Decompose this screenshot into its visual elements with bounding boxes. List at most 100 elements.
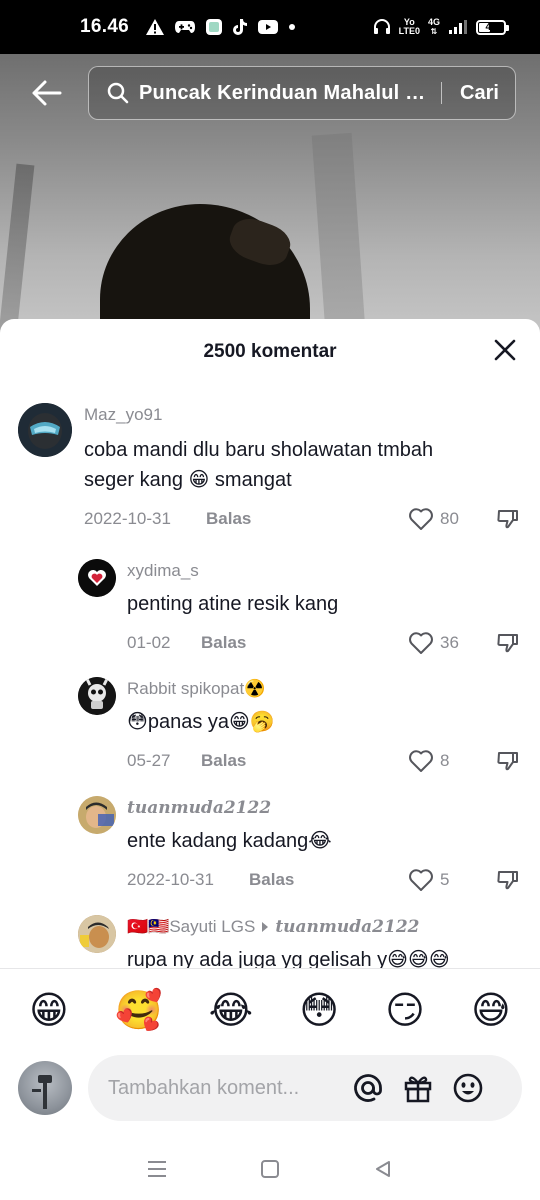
comments-panel: 2500 komentar Maz_yo91 coba mandi dlu ba… [0, 319, 540, 1200]
emoji-quick-bar: 😁 🥰 😂 😳 😏 😅 [0, 987, 540, 1035]
avatar[interactable] [78, 559, 116, 597]
comment-text: penting atine resik kang [127, 593, 339, 615]
search-button[interactable]: Cari [460, 82, 499, 105]
status-time: 16.46 [80, 16, 130, 37]
avatar[interactable] [78, 796, 116, 834]
comment-username[interactable]: tuanmuda2122 [127, 798, 271, 818]
emoji-flushed-button[interactable]: 😳 [299, 987, 339, 1035]
comment-input[interactable] [108, 1076, 338, 1100]
home-square-icon [260, 1160, 279, 1178]
heart-icon [409, 508, 433, 530]
tiktok-icon [232, 18, 248, 36]
dislike-button[interactable] [496, 749, 520, 778]
reply-item: tuanmuda2122 ente kadang kadang😂 2022-10… [0, 786, 540, 901]
comment-date: 01-02 [127, 633, 171, 652]
heart-icon [409, 750, 433, 772]
gift-button[interactable] [398, 1068, 438, 1108]
reply-item: Rabbit spikopat☢️ 😳panas ya😁🥱 05-27 Bala… [0, 667, 540, 782]
thumbs-down-icon [497, 510, 518, 529]
notification-icons [145, 18, 296, 36]
like-button[interactable]: 8 [408, 749, 449, 773]
comment-text: rupa ny ada juga yg gelisah y😅😅😅 [127, 949, 450, 969]
comment-date: 2022-10-31 [127, 870, 214, 889]
reply-button[interactable]: Balas [206, 509, 251, 529]
back-triangle-icon [376, 1161, 391, 1177]
youtube-icon [257, 19, 279, 35]
reply-button[interactable]: Balas [201, 751, 246, 771]
reply-to-username[interactable]: tuanmuda2122 [275, 917, 419, 937]
mention-button[interactable] [348, 1068, 388, 1108]
like-button[interactable]: 5 [408, 868, 449, 892]
like-count: 5 [440, 870, 450, 889]
back-nav-button[interactable] [363, 1149, 403, 1189]
comment-text: ente kadang kadang😂 [127, 830, 332, 852]
warning-icon [145, 18, 165, 36]
comment-date: 05-27 [127, 751, 171, 770]
comment-text: 😳panas ya😁🥱 [127, 711, 275, 733]
gift-icon [404, 1076, 432, 1103]
emoji-sweat-smile-button[interactable]: 😅 [471, 987, 511, 1035]
home-button[interactable] [250, 1149, 290, 1189]
comment-text: seger kang 😁 smangat [84, 469, 292, 491]
status-bar: 16.46 Yo LTE0 4G ⇅ 43 [0, 0, 540, 54]
comment-username[interactable]: xydima_s [127, 561, 199, 581]
emoji-picker-button[interactable] [448, 1068, 488, 1108]
like-count: 8 [440, 751, 450, 770]
gamepad-icon [174, 19, 196, 35]
back-arrow-icon [32, 80, 62, 106]
reply-button[interactable]: Balas [201, 633, 246, 653]
comment-date: 2022-10-31 [84, 509, 171, 528]
recents-button[interactable] [137, 1149, 177, 1189]
network-gen: 4G ⇅ [427, 17, 440, 37]
dislike-button[interactable] [496, 507, 520, 536]
back-button[interactable] [26, 72, 68, 114]
thumbs-down-icon [497, 634, 518, 653]
dislike-button[interactable] [496, 868, 520, 897]
search-divider [441, 82, 442, 104]
avatar[interactable] [78, 677, 116, 715]
thumbs-down-icon [497, 752, 518, 771]
emoji-love-button[interactable]: 🥰 [115, 987, 162, 1035]
avatar[interactable] [18, 403, 72, 457]
emoji-laugh-button[interactable]: 😂 [209, 987, 253, 1035]
battery-icon: 43 [476, 19, 509, 35]
reply-item: 🇹🇷🇲🇾Sayuti LGS tuanmuda2122 rupa ny ada … [0, 905, 540, 969]
dot-icon [288, 23, 296, 31]
smiley-icon [453, 1073, 483, 1103]
search-query[interactable]: Puncak Kerinduan Mahalul Qiyam [139, 82, 429, 105]
dislike-button[interactable] [496, 631, 520, 660]
comments-count-title: 2500 komentar [203, 341, 337, 362]
search-bar[interactable]: Puncak Kerinduan Mahalul Qiyam Cari [88, 66, 516, 120]
app-icon [205, 18, 223, 36]
comments-list: Maz_yo91 coba mandi dlu baru sholawatan … [0, 389, 540, 969]
menu-icon [147, 1161, 166, 1177]
reply-button[interactable]: Balas [249, 870, 294, 890]
like-count: 80 [440, 509, 459, 528]
volte-indicator: Yo LTE0 [398, 17, 420, 36]
close-button[interactable] [492, 337, 518, 363]
reply-arrow-icon [262, 922, 269, 932]
emoji-smirk-button[interactable]: 😏 [385, 987, 425, 1035]
close-icon [494, 339, 516, 361]
comment-username[interactable]: 🇹🇷🇲🇾Sayuti LGS tuanmuda2122 [127, 917, 419, 937]
divider [0, 968, 540, 969]
comment-input-box[interactable] [88, 1055, 522, 1121]
heart-icon [409, 869, 433, 891]
reply-item: xydima_s penting atine resik kang 01-02 … [0, 549, 540, 664]
user-avatar[interactable] [18, 1061, 72, 1115]
like-count: 36 [440, 633, 459, 652]
heart-icon [409, 632, 433, 654]
headphones-icon [373, 18, 391, 36]
comment-username[interactable]: Rabbit spikopat☢️ [127, 679, 265, 699]
battery-level: 43 [485, 21, 497, 33]
at-icon [354, 1074, 382, 1102]
like-button[interactable]: 80 [408, 507, 459, 531]
emoji-grin-button[interactable]: 😁 [29, 987, 69, 1035]
like-button[interactable]: 36 [408, 631, 459, 655]
comment-text: coba mandi dlu baru sholawatan tmbah [84, 439, 434, 461]
avatar[interactable] [78, 915, 116, 953]
comment-username[interactable]: Maz_yo91 [84, 405, 162, 425]
comment-item: Maz_yo91 coba mandi dlu baru sholawatan … [0, 389, 540, 539]
signal-icon [448, 19, 468, 35]
search-icon [107, 82, 129, 104]
